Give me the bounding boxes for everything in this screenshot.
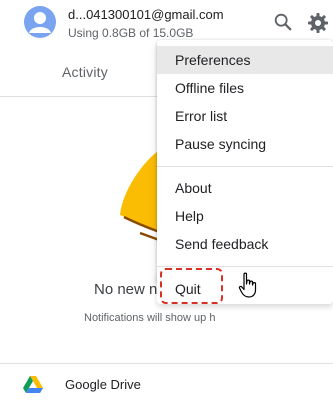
google-drive-logo bbox=[23, 376, 43, 393]
gear-icon[interactable] bbox=[306, 11, 330, 35]
menu-item-offline-files[interactable]: Offline files bbox=[157, 74, 333, 102]
menu-item-label: Pause syncing bbox=[175, 136, 267, 152]
menu-item-error-list[interactable]: Error list bbox=[157, 102, 333, 130]
menu-item-label: Send feedback bbox=[175, 236, 269, 252]
menu-item-send-feedback[interactable]: Send feedback bbox=[157, 230, 333, 258]
menu-item-label: Help bbox=[175, 208, 204, 224]
menu-item-preferences[interactable]: Preferences bbox=[157, 46, 333, 74]
avatar-icon[interactable] bbox=[24, 6, 56, 38]
menu-item-label: Error list bbox=[175, 108, 228, 124]
tab-activity[interactable]: Activity bbox=[62, 64, 108, 80]
settings-menu: Preferences Offline files Error list Pau… bbox=[157, 40, 333, 284]
account-email: d...041300101@gmail.com bbox=[68, 7, 224, 22]
menu-item-label: Offline files bbox=[175, 80, 244, 96]
menu-item-pause-syncing[interactable]: Pause syncing bbox=[157, 130, 333, 158]
menu-item-help[interactable]: Help bbox=[157, 202, 333, 230]
menu-item-quit[interactable]: Quit bbox=[157, 272, 333, 304]
menu-divider bbox=[157, 166, 333, 167]
menu-divider bbox=[157, 266, 333, 267]
footer-bar: Google Drive bbox=[0, 363, 333, 401]
footer-app-name: Google Drive bbox=[65, 377, 141, 392]
empty-state-subtitle: Notifications will show up h bbox=[84, 312, 216, 324]
menu-item-about[interactable]: About bbox=[157, 174, 333, 202]
storage-usage: Using 0.8GB of 15.0GB bbox=[68, 26, 194, 40]
empty-state-title: No new n bbox=[94, 281, 158, 298]
menu-item-label: Preferences bbox=[175, 52, 251, 68]
search-icon[interactable] bbox=[272, 11, 294, 33]
menu-item-label: About bbox=[175, 180, 212, 196]
menu-item-label: Quit bbox=[175, 281, 201, 297]
